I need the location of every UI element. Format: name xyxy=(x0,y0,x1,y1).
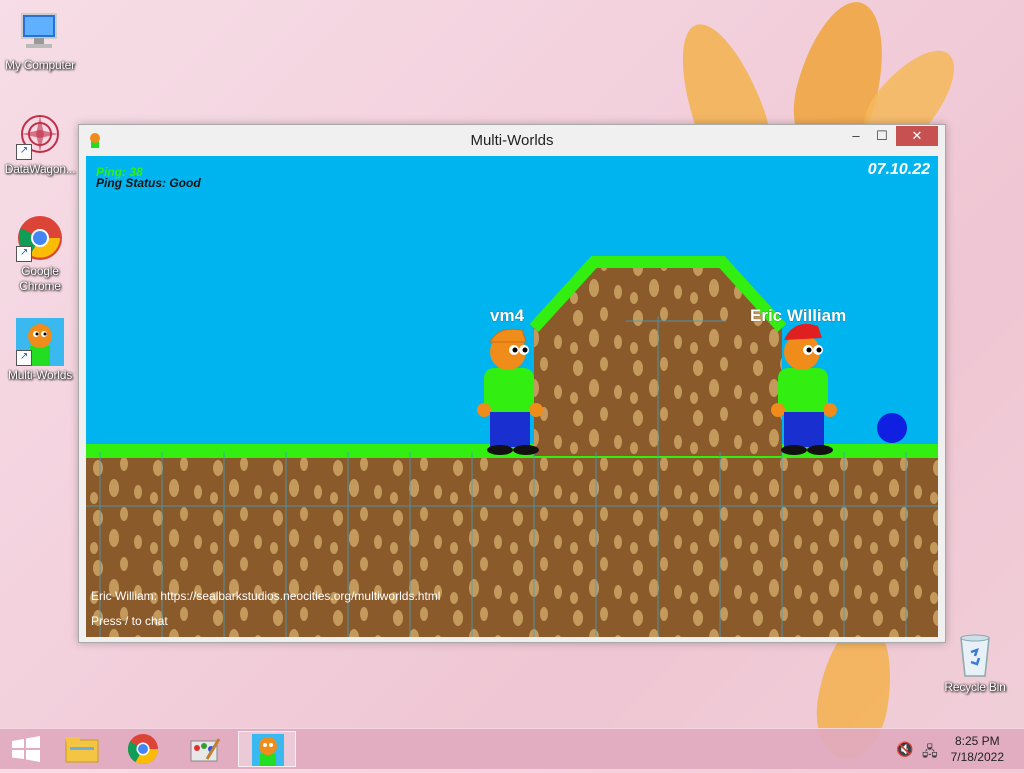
player-name-vm4: vm4 xyxy=(490,306,525,325)
desktop-icon-datawagon[interactable]: ↗ DataWagon... xyxy=(0,112,80,177)
game-canvas[interactable]: Ping: 38 Ping Status: Good 07.10.22 vm4 … xyxy=(86,156,938,637)
desktop-icon-label: My Computer xyxy=(5,58,75,72)
start-icon xyxy=(12,736,40,762)
ground xyxy=(86,452,938,637)
window-title: Multi-Worlds xyxy=(470,132,554,149)
window-titlebar[interactable]: Multi-Worlds – ☐ ✕ xyxy=(79,125,945,155)
multiworlds-icon xyxy=(252,734,284,766)
shortcut-arrow-icon: ↗ xyxy=(16,246,32,262)
chrome-icon: ↗ xyxy=(16,214,64,262)
chat-hint: Press / to chat xyxy=(91,614,168,628)
recycle-bin-icon xyxy=(951,630,999,678)
taskbar-file-explorer[interactable] xyxy=(56,731,110,767)
desktop-icon-label: Google Chrome xyxy=(19,264,61,293)
ping-status: Ping Status: Good xyxy=(96,176,201,190)
file-explorer-icon xyxy=(65,737,99,763)
desktop-icon-label: Multi-Worlds xyxy=(7,368,73,382)
player-name-eric-william: Eric William xyxy=(750,306,847,325)
multiworlds-icon: ↗ xyxy=(16,318,64,366)
taskbar-chrome[interactable] xyxy=(116,731,170,767)
close-button[interactable]: ✕ xyxy=(896,126,938,146)
system-clock[interactable]: 8:25 PM 7/18/2022 xyxy=(951,733,1004,765)
multi-worlds-window[interactable]: Multi-Worlds – ☐ ✕ Ping: 38 Ping Status:… xyxy=(78,124,946,643)
taskbar-paint[interactable] xyxy=(177,731,231,767)
network-icon[interactable]: 🖧 xyxy=(922,741,938,765)
desktop-icon-my-computer[interactable]: My Computer xyxy=(0,8,80,73)
game-scene xyxy=(86,256,938,637)
desktop-icon-recycle-bin[interactable]: Recycle Bin xyxy=(935,630,1015,695)
desktop-icon-google-chrome[interactable]: ↗ Google Chrome xyxy=(0,214,80,294)
minimize-button[interactable]: – xyxy=(843,126,869,146)
game-date: 07.10.22 xyxy=(867,161,930,178)
shortcut-arrow-icon: ↗ xyxy=(16,350,32,366)
desktop-icon-multi-worlds[interactable]: ↗ Multi-Worlds xyxy=(0,318,80,383)
player-vm4 xyxy=(477,328,543,455)
volume-muted-icon[interactable]: 🔇 xyxy=(896,741,913,758)
clock-time: 8:25 PM xyxy=(954,734,1000,748)
chat-message: Eric William: https://sealbarkstudios.ne… xyxy=(91,589,441,603)
computer-icon xyxy=(16,8,64,56)
ball xyxy=(877,413,907,443)
shortcut-arrow-icon: ↗ xyxy=(16,144,32,160)
desktop-icon-label: DataWagon... xyxy=(4,162,76,176)
maximize-button[interactable]: ☐ xyxy=(869,126,895,146)
start-button[interactable] xyxy=(0,731,54,767)
desktop-icon-label: Recycle Bin xyxy=(944,680,1006,694)
clock-date: 7/18/2022 xyxy=(950,750,1004,764)
chrome-icon xyxy=(127,734,158,765)
taskbar: 🔇 🖧 8:25 PM 7/18/2022 xyxy=(0,728,1024,769)
taskbar-multi-worlds[interactable] xyxy=(238,731,296,767)
datawagon-icon: ↗ xyxy=(16,112,64,160)
paint-icon xyxy=(190,738,221,762)
